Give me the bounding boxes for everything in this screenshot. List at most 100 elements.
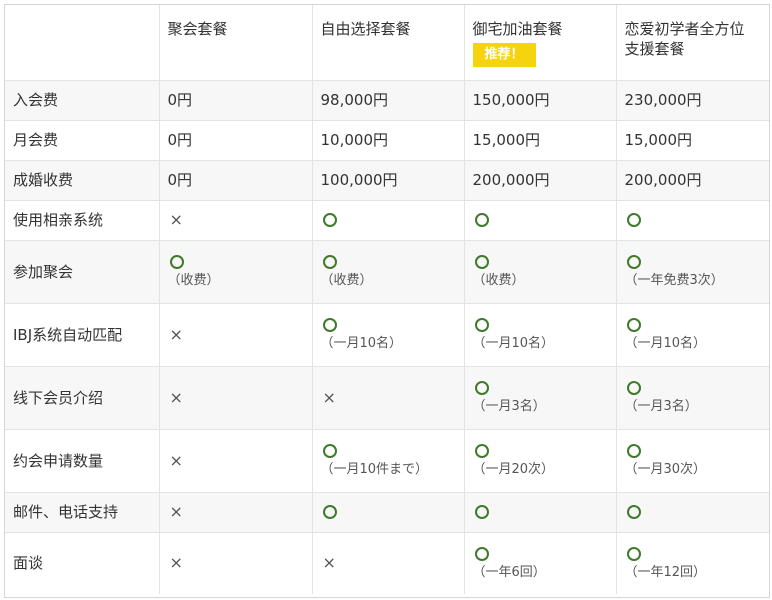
table-cell: 0円	[159, 160, 313, 201]
header-plan-free-choice: 自由选择套餐	[312, 5, 465, 81]
available-circle-icon	[474, 317, 489, 332]
available-circle-icon	[626, 443, 641, 458]
table-cell: （一月10名）	[616, 303, 769, 367]
available-circle-icon	[474, 213, 489, 227]
table-cell: 10,000円	[312, 120, 465, 161]
available-circle-icon	[322, 505, 337, 519]
price-value: 10,000円	[320, 131, 389, 149]
unavailable-cross-icon: ×	[322, 387, 336, 407]
price-value: 200,000円	[472, 171, 550, 189]
table-cell: （一月3名）	[616, 366, 769, 430]
available-circle-icon	[626, 380, 641, 395]
table-cell	[616, 200, 769, 241]
table-cell	[464, 200, 617, 241]
cell-note: （一年12回）	[624, 564, 707, 580]
price-value: 150,000円	[472, 91, 550, 109]
row-label: 面谈	[5, 532, 160, 594]
table-cell: ×	[312, 366, 465, 430]
available-circle-icon	[322, 213, 337, 227]
cell-note: （一月30次）	[624, 461, 707, 477]
cell-note: （收费）	[472, 272, 525, 288]
price-value: 100,000円	[320, 171, 398, 189]
table-row: 约会申请数量 × （一月10件まで） （一月20次） （一月30次）	[5, 429, 769, 493]
unavailable-cross-icon: ×	[169, 450, 183, 470]
row-label: 成婚收费	[5, 160, 160, 201]
table-cell	[312, 492, 465, 533]
recommended-badge: 推荐！	[472, 43, 536, 67]
table-cell: 100,000円	[312, 160, 465, 201]
cell-note: （一月3名）	[624, 398, 698, 414]
table-row: 入会费 0円 98,000円 150,000円 230,000円	[5, 80, 769, 121]
price-value: 0円	[167, 171, 193, 189]
available-circle-icon	[474, 505, 489, 519]
price-value: 15,000円	[624, 131, 693, 149]
available-circle-icon	[322, 254, 337, 269]
unavailable-cross-icon: ×	[169, 324, 183, 344]
table-cell: 15,000円	[464, 120, 617, 161]
table-cell: （一月30次）	[616, 429, 769, 493]
row-label: 线下会员介绍	[5, 366, 160, 430]
table-cell: （收费）	[159, 240, 313, 304]
header-blank-cell	[5, 5, 160, 81]
header-plan-otaku: 御宅加油套餐推荐！	[464, 5, 617, 81]
cell-note: （收费）	[167, 272, 220, 288]
table-row: 邮件、电话支持 ×	[5, 492, 769, 533]
table-cell	[464, 492, 617, 533]
unavailable-cross-icon: ×	[169, 210, 183, 229]
table-cell: ×	[312, 532, 465, 594]
price-value: 230,000円	[624, 91, 702, 109]
cell-note: （一月10件まで）	[320, 461, 429, 477]
available-circle-icon	[626, 254, 641, 269]
available-circle-icon	[474, 380, 489, 395]
cell-note: （一年免费3次）	[624, 272, 724, 288]
table-cell: （一月10名）	[464, 303, 617, 367]
cell-note: （一年6回）	[472, 564, 546, 580]
table-row: IBJ系统自动匹配 × （一月10名） （一月10名） （一月10名）	[5, 303, 769, 367]
table-row: 面谈 × × （一年6回） （一年12回）	[5, 532, 769, 594]
table-row: 成婚收费 0円 100,000円 200,000円 200,000円	[5, 160, 769, 201]
table-cell	[312, 200, 465, 241]
available-circle-icon	[322, 317, 337, 332]
available-circle-icon	[474, 443, 489, 458]
available-circle-icon	[626, 213, 641, 227]
pricing-comparison-table: 聚会套餐 自由选择套餐 御宅加油套餐推荐！ 恋爱初学者全方位支援套餐 入会费 0円…	[4, 4, 770, 598]
available-circle-icon	[322, 443, 337, 458]
table-cell: ×	[159, 366, 313, 430]
available-circle-icon	[626, 505, 641, 519]
row-label: 入会费	[5, 80, 160, 121]
plan-name: 聚会套餐	[167, 20, 228, 38]
table-row: 月会费 0円 10,000円 15,000円 15,000円	[5, 120, 769, 161]
unavailable-cross-icon: ×	[169, 387, 183, 407]
price-value: 0円	[167, 131, 193, 149]
table-cell: （一月20次）	[464, 429, 617, 493]
cell-note: （一月20次）	[472, 461, 555, 477]
unavailable-cross-icon: ×	[169, 553, 183, 573]
table-cell: 230,000円	[616, 80, 769, 121]
price-value: 98,000円	[320, 91, 389, 109]
table-row: 使用相亲系统 ×	[5, 200, 769, 241]
cell-note: （收费）	[320, 272, 373, 288]
cell-note: （一月10名）	[624, 335, 707, 351]
table-cell: （一月10名）	[312, 303, 465, 367]
table-row: 参加聚会 （收费） （收费） （收费） （一年免费3次）	[5, 240, 769, 304]
plan-name: 恋爱初学者全方位支援套餐	[624, 20, 745, 58]
cell-note: （一月10名）	[472, 335, 555, 351]
header-plan-party: 聚会套餐	[159, 5, 313, 81]
table-cell: 200,000円	[616, 160, 769, 201]
table-cell: （一年12回）	[616, 532, 769, 594]
table-cell: 0円	[159, 120, 313, 161]
table-cell: ×	[159, 429, 313, 493]
table-cell	[616, 492, 769, 533]
row-label: IBJ系统自动匹配	[5, 303, 160, 367]
row-label: 参加聚会	[5, 240, 160, 304]
table-cell: 200,000円	[464, 160, 617, 201]
comparison-table: 聚会套餐 自由选择套餐 御宅加油套餐推荐！ 恋爱初学者全方位支援套餐 入会费 0円…	[5, 5, 769, 594]
plan-name: 御宅加油套餐	[472, 20, 563, 38]
row-label: 使用相亲系统	[5, 200, 160, 241]
table-cell: ×	[159, 200, 313, 241]
table-cell: （一月10件まで）	[312, 429, 465, 493]
cell-note: （一月3名）	[472, 398, 546, 414]
row-label: 约会申请数量	[5, 429, 160, 493]
table-cell: ×	[159, 532, 313, 594]
table-cell: 150,000円	[464, 80, 617, 121]
